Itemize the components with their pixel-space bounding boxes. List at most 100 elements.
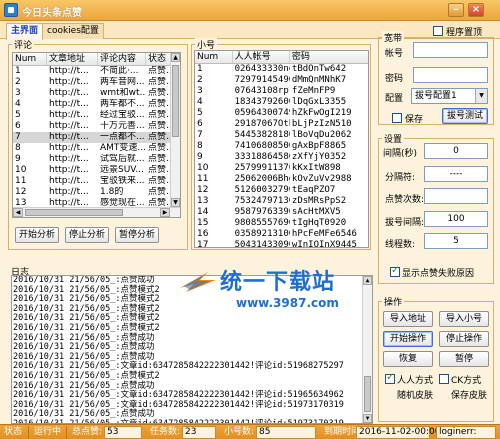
comments-table[interactable]: Num 文章地址 评论内容 状态 1 http://t... 不简此·... 点赞..… — [12, 52, 181, 218]
thread-count-label: 线程数: — [385, 240, 416, 250]
comments-table-body: 1 http://t... 不简此·... 点赞... 2 http://t... 两车音网… — [13, 66, 180, 217]
scroll-down-icon[interactable]: ▼ — [171, 198, 180, 207]
broadband-password-input[interactable] — [413, 67, 488, 83]
account-row[interactable]: 12 51260032790...tEaqPZO7 — [195, 185, 368, 196]
scroll-up-icon[interactable]: ▲ — [363, 276, 372, 285]
comment-row[interactable]: 3 http://t... wmt和wt... 点赞... — [13, 88, 180, 99]
app-icon — [4, 3, 18, 17]
dial-interval-input[interactable]: 100 — [424, 211, 488, 227]
account-row[interactable]: 16 03589213100...hPcFeMFe6546 — [195, 229, 368, 240]
comment-row[interactable]: 12 http://t... 1.8的 点赞... — [13, 187, 180, 198]
separator-input[interactable]: ---- — [424, 166, 488, 182]
account-count-label: 小号数: — [224, 427, 255, 437]
show-fail-reason-checkbox[interactable] — [390, 265, 400, 277]
comment-cell-url: http://t... — [49, 77, 89, 87]
scroll-up-icon[interactable]: ▲ — [171, 53, 180, 62]
random-skin-link[interactable]: 随机皮肤 — [397, 388, 433, 401]
total-likes-value: 53 — [104, 426, 142, 439]
scroll-down-icon[interactable]: ▼ — [363, 414, 372, 423]
account-cell-account: 98085557690... — [234, 218, 290, 228]
comment-row[interactable]: 1 http://t... 不简此·... 点赞... — [13, 66, 180, 77]
renren-mode-checkbox[interactable] — [385, 372, 395, 384]
comment-row[interactable]: 9 http://t... 试驾后就... 点赞... — [13, 154, 180, 165]
broadband-account-input[interactable] — [413, 42, 488, 58]
save-skin-link[interactable]: 保存皮肤 — [451, 388, 487, 401]
user-status: loginerr: — [436, 426, 496, 439]
comment-row[interactable]: 11 http://t... 宝驳铁来... 点赞... — [13, 176, 180, 187]
account-row[interactable]: 3 07643108rp...fZeMnFP9 — [195, 86, 368, 97]
account-row[interactable]: 7 54453828180...lBoVqDu2062 — [195, 130, 368, 141]
scroll-right-icon[interactable]: ▶ — [160, 208, 170, 217]
stop-operation-button[interactable]: 停止操作 — [439, 331, 489, 347]
import-urls-button[interactable]: 导入地址 — [383, 311, 433, 327]
task-count-label: 任务数: — [150, 427, 181, 437]
always-on-top-checkbox[interactable] — [433, 26, 443, 36]
dial-test-button[interactable]: 拔号测试 — [442, 108, 488, 124]
account-row[interactable]: 15 98085557690...tIgHqT0920 — [195, 218, 368, 229]
status-value: 运行中 — [34, 427, 62, 437]
tab-cookies-config[interactable]: cookies配置 — [42, 23, 104, 39]
account-row[interactable]: 5 05964300749...hZkFwOgI219 — [195, 108, 368, 119]
account-cell-account: 75324797130... — [234, 196, 290, 206]
scroll-thumb[interactable] — [364, 376, 371, 412]
account-row[interactable]: 11 25062006Bhg...kOvZuVv2988 — [195, 174, 368, 185]
account-row[interactable]: 4 18343792600...lDqGxL3355 — [195, 97, 368, 108]
accounts-table[interactable]: Num 人人帐号 密码 1026433330no...tBdOnTw642272… — [194, 50, 369, 248]
comment-row[interactable]: 7 http://t... 一点都不... 点赞... — [13, 132, 180, 143]
account-row[interactable]: 8 74106808500...gAxBpF8865 — [195, 141, 368, 152]
scroll-left-icon[interactable]: ◀ — [13, 208, 23, 217]
comment-cell-num: 4 — [15, 99, 21, 109]
account-row[interactable]: 6 29187067Oth...bLjPzIzN510 — [195, 119, 368, 130]
interval-input[interactable]: 0 — [424, 143, 488, 159]
comment-cell-content: 宝驳铁来... — [100, 176, 145, 186]
account-cell-password: wInIOInX9445 — [291, 240, 357, 248]
start-operation-button[interactable]: 开始操作 — [383, 331, 433, 347]
log-panel[interactable]: 2016/10/31 21/56/05_:点赞成功 2016/10/31 21/5… — [11, 275, 373, 424]
account-row[interactable]: 2 72979145490...dMmQnMNhK7 — [195, 75, 368, 86]
save-broadband-checkbox[interactable] — [392, 113, 402, 123]
renren-mode-label: 人人方式 — [397, 376, 434, 386]
comments-vertical-scrollbar[interactable]: ▲ ▼ — [170, 53, 180, 207]
scroll-thumb[interactable] — [25, 209, 123, 216]
ck-mode-checkbox[interactable] — [439, 374, 449, 384]
minimize-button[interactable]: – — [448, 3, 464, 17]
comment-cell-url: http://t... — [49, 154, 89, 164]
resume-button[interactable]: 恢复 — [383, 351, 433, 367]
comment-row[interactable]: 10 http://t... 远景SUV... 点赞... — [13, 165, 180, 176]
pause-analysis-button[interactable]: 暂停分析 — [115, 227, 159, 243]
scroll-thumb[interactable] — [172, 65, 179, 137]
column-header-url[interactable]: 文章地址 — [47, 53, 98, 65]
comment-row[interactable]: 8 http://t... AMT变速... 点赞... — [13, 143, 180, 154]
comment-row[interactable]: 4 http://t... 两车都不... 点赞... — [13, 99, 180, 110]
broadband-group-label: 宽带 — [382, 31, 405, 44]
comment-cell-status: 点赞... — [148, 187, 172, 197]
import-accounts-button[interactable]: 导入小号 — [439, 311, 489, 327]
account-cell-account: 18343792600... — [234, 97, 290, 107]
thread-count-input[interactable]: 5 — [424, 233, 488, 249]
column-header-status[interactable]: 状态 — [146, 53, 172, 65]
account-row[interactable]: 9 33318864580...zXfYjY0352 — [195, 152, 368, 163]
start-analysis-button[interactable]: 开始分析 — [15, 227, 59, 243]
account-row[interactable]: 14 95879763390...sAcHtMXV5 — [195, 207, 368, 218]
account-cell-account: 72979145490... — [234, 75, 290, 85]
close-button[interactable]: × — [468, 3, 484, 17]
stop-analysis-button[interactable]: 停止分析 — [65, 227, 109, 243]
column-header-num[interactable]: Num — [195, 51, 233, 63]
likes-count-input[interactable] — [424, 188, 488, 204]
chevron-down-icon[interactable]: ▼ — [475, 89, 487, 103]
account-row[interactable]: 17 50431433090...wInIOInX9445 — [195, 240, 368, 248]
account-row[interactable]: 13 75324797130...zDsMRsPpS2 — [195, 196, 368, 207]
account-row[interactable]: 1 026433330no...tBdOnTw642 — [195, 64, 368, 75]
log-vertical-scrollbar[interactable]: ▲ ▼ — [362, 276, 372, 423]
comment-row[interactable]: 6 http://t... 十万元善... 点赞... — [13, 121, 180, 132]
comment-row[interactable]: 2 http://t... 两车音网... 点赞... — [13, 77, 180, 88]
comments-horizontal-scrollbar[interactable]: ◀ ▶ — [13, 207, 180, 217]
column-header-account[interactable]: 人人帐号 — [233, 51, 290, 63]
dial-config-select[interactable]: 拔号配置1 ▼ — [411, 88, 488, 104]
comment-row[interactable]: 5 http://t... 经过宝驳... 点赞... — [13, 110, 180, 121]
column-header-num[interactable]: Num — [13, 53, 47, 65]
column-header-content[interactable]: 评论内容 — [98, 53, 146, 65]
pause-button[interactable]: 暂停 — [439, 351, 489, 367]
column-header-password[interactable]: 密码 — [290, 51, 368, 63]
account-row[interactable]: 10 25799911370...kKxItW898 — [195, 163, 368, 174]
